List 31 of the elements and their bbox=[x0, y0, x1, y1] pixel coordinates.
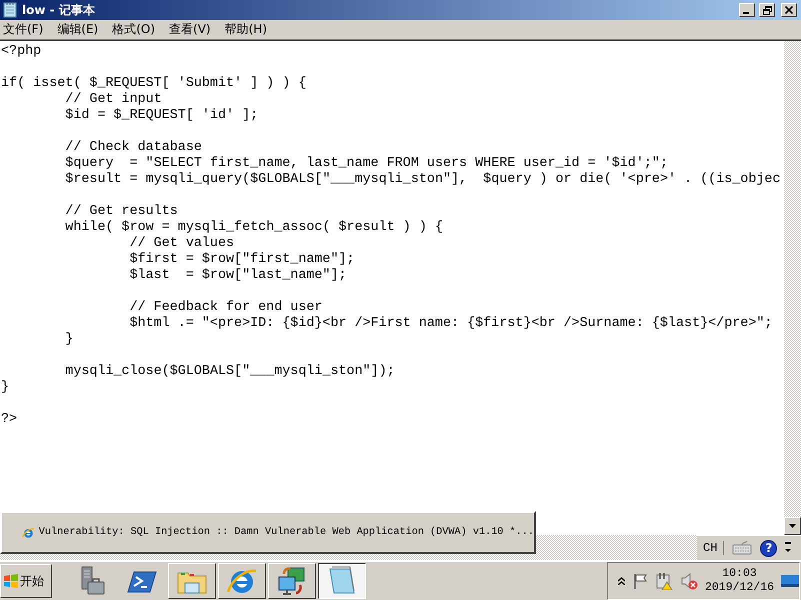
menu-item[interactable]: 编辑(E) bbox=[57, 21, 98, 38]
up-chevron-icon bbox=[618, 577, 625, 585]
clock-time[interactable]: 10:03 bbox=[722, 567, 757, 581]
restore-button[interactable] bbox=[759, 3, 775, 17]
flag-icon bbox=[632, 573, 648, 589]
scroll-down-button[interactable] bbox=[784, 517, 801, 535]
clock-date[interactable]: 2019/12/16 bbox=[704, 581, 774, 595]
speaker-muted-icon bbox=[680, 572, 698, 590]
network-warning-icon bbox=[654, 572, 673, 590]
close-button[interactable] bbox=[781, 3, 797, 17]
window-preview-tooltip[interactable]: Vulnerability: SQL Injection :: Damn Vulnerable Web Application (DVWA) v1.10 *... bbox=[0, 511, 536, 554]
restore-icon bbox=[762, 6, 772, 14]
close-icon bbox=[785, 6, 793, 14]
preview-title: Vulnerability: SQL Injection :: Damn Vulnerable Web Application (DVWA) v1.10 *... bbox=[38, 527, 534, 538]
keyboard-icon bbox=[732, 541, 752, 555]
down-arrow-icon bbox=[789, 524, 796, 528]
help-button[interactable]: ? bbox=[760, 540, 778, 556]
language-indicator[interactable]: CH bbox=[703, 541, 724, 555]
notepad-icon bbox=[2, 2, 18, 18]
windows-flag-icon bbox=[3, 573, 19, 589]
vertical-scrollbar[interactable] bbox=[784, 41, 801, 535]
taskbar-button[interactable] bbox=[318, 563, 366, 599]
window-title: low - 记事本 bbox=[22, 2, 95, 18]
menu-item[interactable]: 文件(F) bbox=[3, 21, 44, 38]
menu-item[interactable]: 帮助(H) bbox=[224, 21, 267, 38]
start-button[interactable]: 开始 bbox=[0, 564, 52, 598]
minimize-button[interactable] bbox=[739, 3, 755, 17]
menu-item[interactable]: 查看(V) bbox=[169, 21, 211, 38]
options-caret-icon bbox=[785, 542, 792, 554]
desktop-icon bbox=[781, 575, 799, 587]
menu-item[interactable]: 格式(O) bbox=[112, 21, 156, 38]
